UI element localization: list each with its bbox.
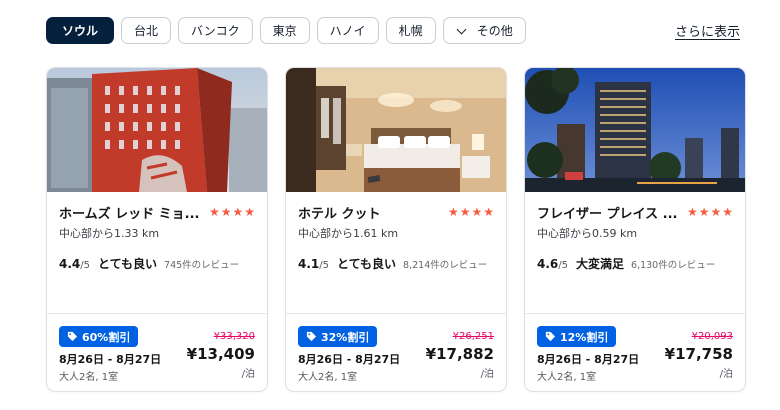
star-rating: ★ ★ ★ ★ [209, 206, 255, 218]
hotel-cards: ホームズ レッド ミョ... ★ ★ ★ ★ 中心部から1.33 km 4.4 /5 … [46, 67, 746, 392]
show-more-link[interactable]: さらに表示 [675, 21, 740, 40]
deal-label: 32%割引 [321, 330, 370, 344]
price: ¥13,409 [186, 345, 255, 363]
tab-bangkok[interactable]: バンコク [178, 17, 253, 44]
price: ¥17,882 [425, 345, 494, 363]
review-score: 4.1 [298, 257, 320, 271]
rating-row: 4.6 /5 大変満足 6,130件のレビュー [537, 255, 733, 272]
deal-badge: 32%割引 [298, 326, 378, 347]
star-icon: ★ [220, 205, 232, 219]
star-icon: ★ [447, 205, 459, 219]
hotel-name[interactable]: ホテル クット [298, 203, 381, 222]
rating-row: 4.4 /5 とても良い 745件のレビュー [59, 255, 255, 272]
divider [47, 313, 267, 314]
deal-label: 12%割引 [560, 330, 609, 344]
per-night: /泊 [241, 369, 255, 380]
tag-icon [545, 331, 556, 342]
tag-icon [67, 331, 78, 342]
distance-text: 中心部から1.33 km [59, 227, 160, 240]
hotel-photo[interactable] [286, 68, 506, 192]
tab-taipei[interactable]: 台北 [121, 17, 172, 44]
guest-info: 大人2名, 1室 [537, 372, 597, 383]
price: ¥17,758 [664, 345, 733, 363]
star-rating: ★ ★ ★ ★ [448, 206, 494, 218]
original-price: ¥20,093 [691, 331, 733, 342]
hotel-name[interactable]: フレイザー プレイス ... [537, 203, 677, 222]
star-icon: ★ [483, 205, 494, 219]
hotel-card[interactable]: ホームズ レッド ミョ... ★ ★ ★ ★ 中心部から1.33 km 4.4 /5 … [46, 67, 268, 392]
star-icon: ★ [686, 205, 698, 219]
guest-info: 大人2名, 1室 [298, 372, 358, 383]
review-score-max: /5 [319, 260, 329, 271]
divider [286, 313, 506, 314]
original-price: ¥33,320 [213, 331, 255, 342]
star-icon: ★ [471, 205, 483, 219]
hotel-name[interactable]: ホームズ レッド ミョ... [59, 203, 199, 222]
stay-dates: 8月26日 - 8月27日 [298, 353, 401, 366]
review-count: 745件のレビュー [164, 260, 240, 271]
rating-label: とても良い [337, 257, 397, 271]
per-night: /泊 [719, 369, 733, 380]
star-icon: ★ [232, 205, 244, 219]
star-icon: ★ [722, 205, 733, 219]
hotel-card[interactable]: フレイザー プレイス ... ★ ★ ★ ★ 中心部から0.59 km 4.6 /5 … [524, 67, 746, 392]
deal-badge: 60%割引 [59, 326, 139, 347]
rating-row: 4.1 /5 とても良い 8,214件のレビュー [298, 255, 494, 272]
hotel-photo[interactable] [525, 68, 745, 192]
tab-hanoi[interactable]: ハノイ [316, 17, 379, 44]
hotel-photo[interactable] [47, 68, 267, 192]
rating-label: 大変満足 [576, 257, 625, 271]
star-icon: ★ [459, 205, 471, 219]
star-icon: ★ [208, 205, 220, 219]
stay-dates: 8月26日 - 8月27日 [537, 353, 640, 366]
review-score: 4.4 [59, 257, 81, 271]
review-score-max: /5 [80, 260, 90, 271]
tab-seoul[interactable]: ソウル [46, 17, 115, 44]
tag-icon [306, 331, 317, 342]
review-count: 8,214件のレビュー [403, 260, 488, 271]
tab-more[interactable]: その他 [442, 17, 526, 44]
chevron-down-icon [456, 24, 467, 34]
stay-dates: 8月26日 - 8月27日 [59, 353, 162, 366]
review-score: 4.6 [537, 257, 559, 271]
original-price: ¥26,251 [452, 331, 494, 342]
star-rating: ★ ★ ★ ★ [687, 206, 733, 218]
guest-info: 大人2名, 1室 [59, 372, 119, 383]
tab-more-label: その他 [476, 24, 513, 38]
star-icon: ★ [698, 205, 710, 219]
review-count: 6,130件のレビュー [631, 260, 716, 271]
tab-tokyo[interactable]: 東京 [259, 17, 310, 44]
hotel-card[interactable]: ホテル クット ★ ★ ★ ★ 中心部から1.61 km 4.1 /5 とても良い 8… [285, 67, 507, 392]
per-night: /泊 [480, 369, 494, 380]
tab-sapporo[interactable]: 札幌 [385, 17, 436, 44]
review-score-max: /5 [558, 260, 568, 271]
deal-badge: 12%割引 [537, 326, 617, 347]
star-icon: ★ [244, 205, 255, 219]
distance-text: 中心部から0.59 km [537, 227, 638, 240]
rating-label: とても良い [98, 257, 158, 271]
divider [525, 313, 745, 314]
city-tabs: ソウル 台北 バンコク 東京 ハノイ 札幌 その他 [46, 17, 526, 44]
star-icon: ★ [710, 205, 722, 219]
distance-text: 中心部から1.61 km [298, 227, 399, 240]
deal-label: 60%割引 [82, 330, 131, 344]
